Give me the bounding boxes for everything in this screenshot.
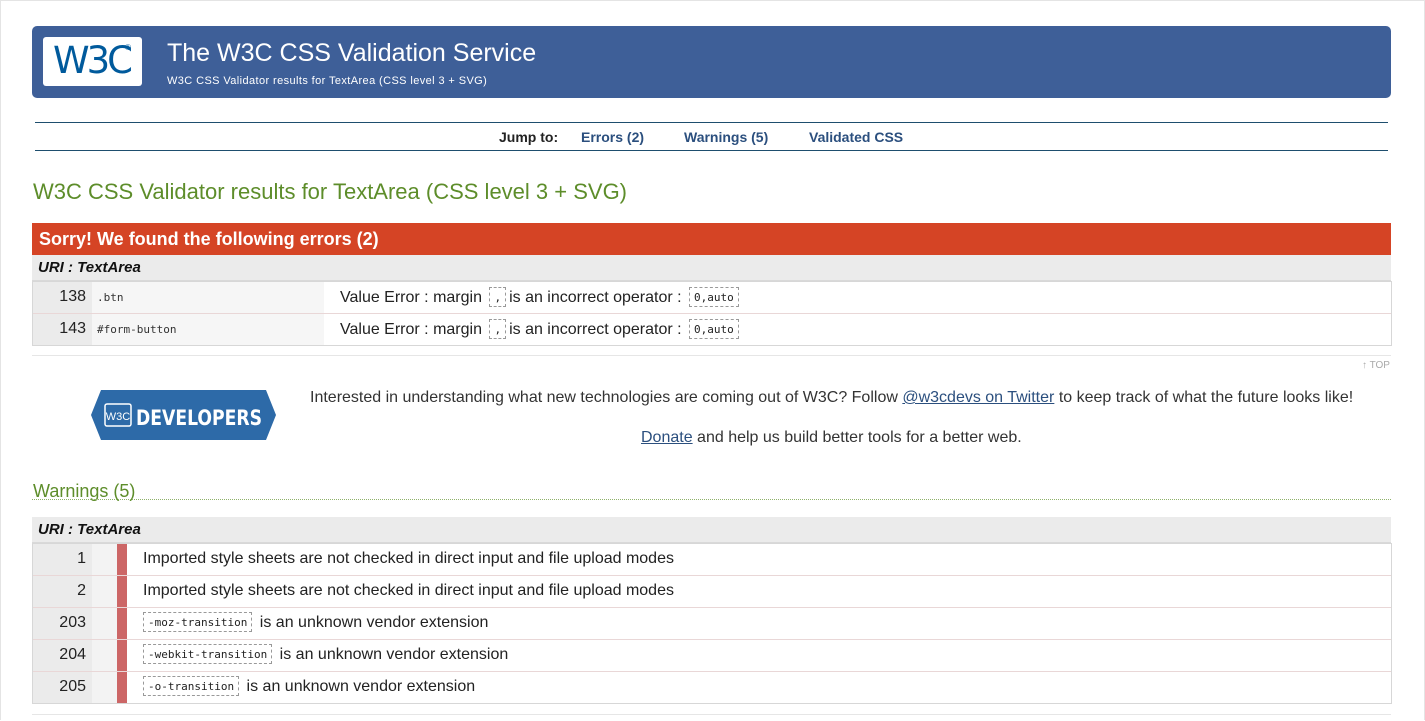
donate-text: and help us build better tools for a bet… [697, 429, 1022, 446]
error-row: 143 #form-button Value Error : margin ,i… [33, 313, 1391, 345]
warning-context-cell [92, 640, 117, 671]
warning-line-number: 2 [77, 582, 86, 599]
error-code-operator: , [489, 287, 507, 307]
warnings-uri-row: URI : TextArea [32, 517, 1391, 543]
error-code-value: 0,auto [689, 287, 739, 307]
error-line-cell: 138 [33, 282, 92, 313]
warnings-divider [32, 499, 1391, 500]
jump-link-errors[interactable]: Errors (2) [581, 129, 644, 145]
error-message-middle: is an incorrect operator : [509, 321, 682, 338]
warning-row: 205 -o-transition is an unknown vendor e… [33, 671, 1391, 703]
error-code-value: 0,auto [689, 319, 739, 339]
warning-line-cell: 204 [33, 640, 92, 671]
warning-line-number: 203 [59, 614, 86, 631]
error-message-prefix: Value Error : margin [340, 321, 482, 338]
warning-message: Imported style sheets are not checked in… [143, 550, 674, 567]
jump-link-warnings[interactable]: Warnings (5) [684, 129, 768, 145]
warning-text: is an unknown vendor extension [279, 646, 509, 663]
donate-link[interactable]: Donate [641, 429, 693, 446]
warning-context-cell [92, 576, 117, 607]
errors-header: Sorry! We found the following errors (2) [32, 223, 1391, 255]
w3c-logo[interactable]: W3C ® [43, 37, 142, 86]
error-message: Value Error : margin , is an incorrect op… [340, 287, 742, 307]
error-code-operator: , [489, 319, 507, 339]
developers-logo-w3c: W3C [106, 411, 131, 423]
section-divider [32, 714, 1391, 715]
warning-line-cell: 2 [33, 576, 92, 607]
warning-text: is an unknown vendor extension [246, 678, 476, 695]
site-subtitle: W3C CSS Validator results for TextArea (… [167, 75, 488, 87]
donate-line: Donate and help us build better tools fo… [641, 429, 1022, 447]
errors-table: 138 .btn Value Error : margin , is an inc… [32, 281, 1392, 346]
warning-message: -o-transition is an unknown vendor exten… [143, 676, 475, 696]
w3c-developers-logo[interactable]: W3C DEVELOPERS [91, 390, 276, 440]
warning-row: 2 Imported style sheets are not checked … [33, 575, 1391, 607]
error-context: .btn [97, 291, 124, 304]
error-line-cell: 143 [33, 314, 92, 345]
jump-nav: Jump to: Errors (2) Warnings (5) Validat… [35, 122, 1388, 151]
warning-context-cell [92, 672, 117, 703]
jump-label: Jump to: [499, 129, 559, 145]
error-line-number: 138 [59, 288, 86, 305]
results-title: W3C CSS Validator results for TextArea (… [33, 179, 628, 204]
warning-line-number: 1 [77, 550, 86, 567]
error-message-middle: is an incorrect operator : [509, 289, 682, 306]
warning-level-bar [117, 608, 127, 639]
warning-row: 1 Imported style sheets are not checked … [33, 543, 1391, 575]
error-message: Value Error : margin , is an incorrect op… [340, 319, 742, 339]
warning-row: 204 -webkit-transition is an unknown ven… [33, 639, 1391, 671]
section-divider [32, 355, 1391, 356]
warning-level-bar [117, 640, 127, 671]
errors-uri-label: URI : TextArea [38, 259, 141, 276]
back-to-top-link[interactable]: ↑ TOP [1362, 360, 1390, 371]
site-title[interactable]: The W3C CSS Validation Service [167, 39, 536, 68]
registered-mark: ® [125, 43, 131, 52]
warning-code: -moz-transition [143, 612, 253, 632]
warnings-table: 1 Imported style sheets are not checked … [32, 543, 1392, 704]
error-line-number: 143 [59, 320, 86, 337]
warning-message: -moz-transition is an unknown vendor ext… [143, 612, 488, 632]
warnings-uri-label: URI : TextArea [38, 521, 141, 538]
warning-level-bar [117, 576, 127, 607]
warning-level-bar [117, 672, 127, 703]
errors-header-text: Sorry! We found the following errors (2) [39, 229, 379, 249]
warning-row: 203 -moz-transition is an unknown vendor… [33, 607, 1391, 639]
warning-line-number: 205 [59, 678, 86, 695]
w3c-logo-text: W3C [53, 39, 133, 82]
warning-message: -webkit-transition is an unknown vendor … [143, 644, 508, 664]
warning-context-cell [92, 608, 117, 639]
warning-code: -webkit-transition [143, 644, 273, 664]
promo-text: Interested in understanding what new tec… [310, 389, 898, 406]
warning-line-number: 204 [59, 646, 86, 663]
error-row: 138 .btn Value Error : margin , is an inc… [33, 281, 1391, 313]
error-context-cell: #form-button [92, 314, 324, 345]
twitter-link[interactable]: @w3cdevs on Twitter [902, 389, 1054, 406]
error-context: #form-button [97, 323, 177, 336]
promo-text-line: Interested in understanding what new tec… [310, 389, 1353, 407]
warning-line-cell: 203 [33, 608, 92, 639]
warning-code: -o-transition [143, 676, 240, 696]
warning-message: Imported style sheets are not checked in… [143, 582, 674, 599]
warning-line-cell: 205 [33, 672, 92, 703]
warning-level-bar [117, 544, 127, 575]
error-message-prefix: Value Error : margin [340, 289, 482, 306]
warning-context-cell [92, 544, 117, 575]
warning-line-cell: 1 [33, 544, 92, 575]
jump-link-validated-css[interactable]: Validated CSS [809, 129, 903, 145]
header-banner: W3C ® The W3C CSS Validation Service W3C… [32, 26, 1391, 98]
errors-uri-row: URI : TextArea [32, 255, 1391, 281]
error-context-cell: .btn [92, 282, 324, 313]
promo-text-end: to keep track of what the future looks l… [1058, 389, 1354, 406]
developers-logo-word: DEVELOPERS [136, 406, 262, 430]
warning-text: is an unknown vendor extension [259, 614, 489, 631]
